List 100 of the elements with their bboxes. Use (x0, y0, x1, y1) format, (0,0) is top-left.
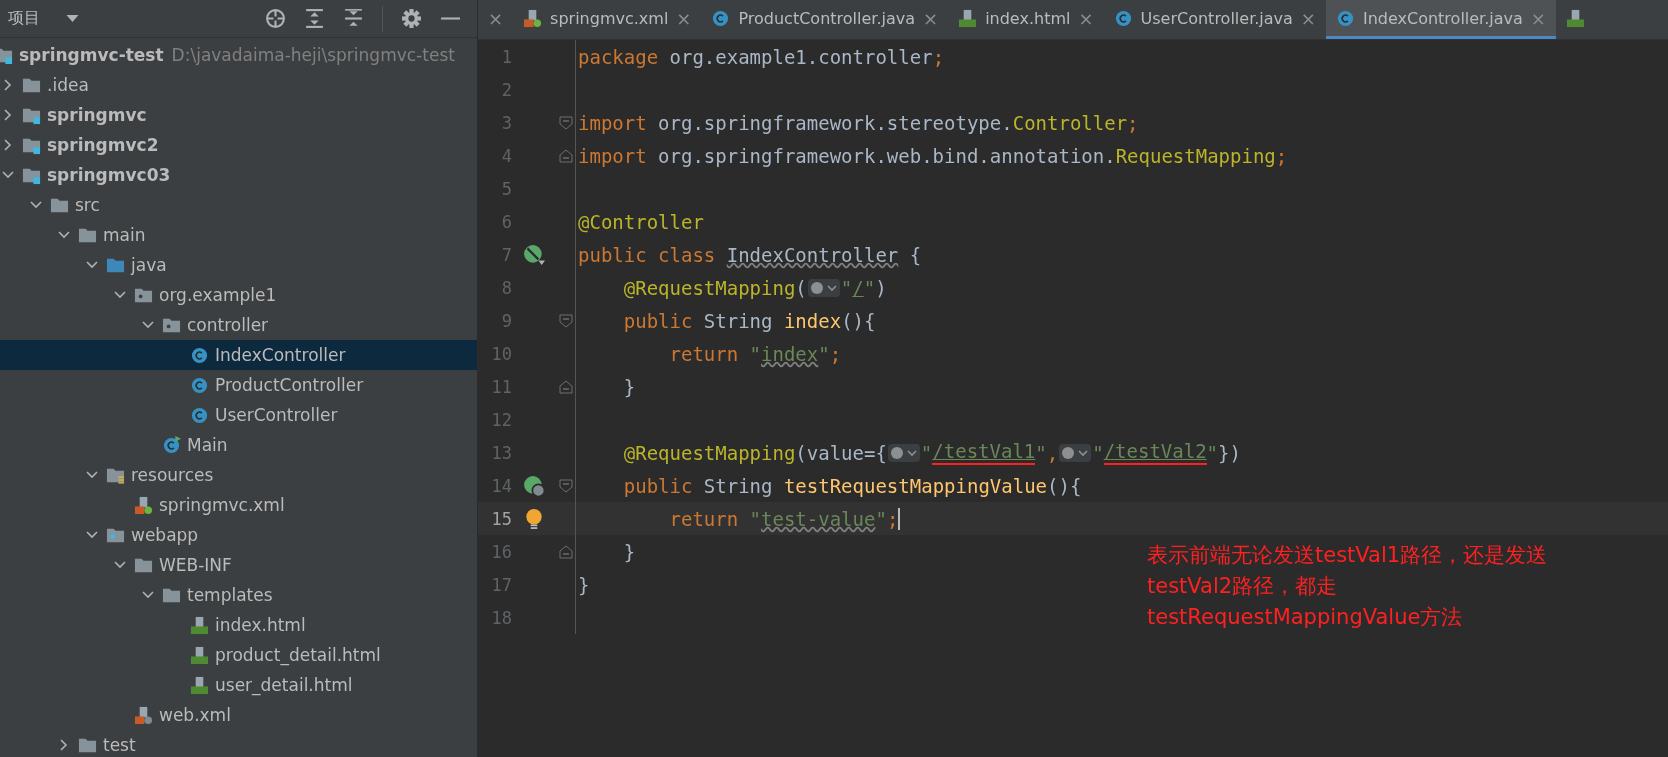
chevron-icon[interactable] (86, 529, 98, 541)
bean-icon[interactable] (523, 243, 545, 266)
tree-item[interactable]: springmvc-test D:\javadaima-heji\springmvc-test (0, 40, 477, 70)
fold-start-icon[interactable] (559, 313, 573, 328)
tree-item[interactable]: IndexController (0, 340, 477, 370)
tree-item[interactable]: main (0, 220, 477, 250)
tree-item[interactable]: product_detail.html (0, 640, 477, 670)
line-number: 5 (500, 178, 512, 199)
code-text: { (908, 243, 922, 266)
code-keyword: ; (829, 342, 842, 365)
code-string: " (840, 276, 853, 299)
class-icon (1113, 8, 1133, 28)
tree-item[interactable]: springmvc03 (0, 160, 477, 190)
chevron-icon[interactable] (2, 109, 14, 121)
close-tab-button[interactable]: × (1300, 7, 1316, 29)
tree-item[interactable]: .idea (0, 70, 477, 100)
tree-item[interactable]: web.xml (0, 700, 477, 730)
close-tab-button[interactable]: × (923, 7, 939, 29)
editor-tab[interactable]: index.html × (948, 0, 1104, 39)
tree-item[interactable]: webapp (0, 520, 477, 550)
code-url: /testVal1 (932, 440, 1036, 465)
code-string: test-value (761, 507, 876, 530)
line-number: 9 (500, 310, 512, 331)
line-number: 16 (490, 541, 512, 562)
fold-start-icon[interactable] (559, 478, 573, 493)
tree-item[interactable]: index.html (0, 610, 477, 640)
editor-tab[interactable]: IndexController.java × (1325, 0, 1556, 39)
editor-tab[interactable]: springmvc.xml × (513, 0, 702, 39)
code-method: testRequestMappingValue (783, 474, 1048, 497)
close-tab-button[interactable]: × (676, 7, 692, 29)
tree-item[interactable]: UserController (0, 400, 477, 430)
chevron-icon[interactable] (58, 739, 70, 751)
code-text: ) (875, 276, 887, 299)
project-path: D:\javadaima-heji\springmvc-test (171, 45, 455, 65)
code-string: " (749, 342, 762, 365)
tree-item[interactable]: user_detail.html (0, 670, 477, 700)
chevron-icon[interactable] (86, 259, 98, 271)
code-keyword: package (578, 45, 660, 68)
line-number: 2 (500, 79, 512, 100)
class-icon (190, 345, 209, 365)
chevron-icon[interactable] (142, 319, 154, 331)
locate-icon[interactable] (265, 8, 286, 29)
globe-hint-icon[interactable] (1059, 442, 1092, 463)
chevron-icon[interactable] (114, 289, 126, 301)
code-string: " (1206, 441, 1219, 464)
code-keyword: ; (886, 507, 899, 530)
code-type: RequestMapping (1115, 144, 1276, 167)
settings-icon[interactable] (401, 8, 422, 29)
expand-all-icon[interactable] (304, 8, 325, 29)
chevron-icon[interactable] (142, 589, 154, 601)
panel-title[interactable]: 项目 (8, 8, 40, 29)
tree-item[interactable]: springmvc2 (0, 130, 477, 160)
editor-tab[interactable]: × (478, 0, 514, 39)
tree-item[interactable]: springmvc (0, 100, 477, 130)
tree-item[interactable]: springmvc.xml (0, 490, 477, 520)
collapse-all-icon[interactable] (343, 8, 364, 29)
code-string: " (1035, 441, 1047, 464)
code-keyword: ; (932, 45, 945, 68)
code-text: (value={ (795, 441, 887, 464)
annotation-text: 表示前端无论发送testVal1路径，还是发送 (1147, 542, 1548, 569)
web-endpoint-icon[interactable] (523, 474, 545, 497)
code-text: (){ (841, 309, 876, 332)
tree-item[interactable]: org.example1 (0, 280, 477, 310)
tree-item[interactable]: java (0, 250, 477, 280)
close-tab-button[interactable]: × (488, 7, 504, 29)
editor-tab[interactable]: UserController.java × (1103, 0, 1326, 39)
chevron-icon[interactable] (2, 79, 14, 91)
chevron-icon[interactable] (30, 199, 42, 211)
chevron-icon[interactable] (114, 559, 126, 571)
lightbulb-icon[interactable] (523, 507, 545, 530)
tree-item[interactable]: src (0, 190, 477, 220)
tree-item[interactable]: WEB-INF (0, 550, 477, 580)
code-keyword: public (622, 474, 694, 497)
code-annotation: @RequestMapping (622, 276, 796, 299)
globe-hint-icon[interactable] (807, 277, 840, 298)
code-text: ( (795, 276, 807, 299)
tree-item[interactable]: templates (0, 580, 477, 610)
html-file-icon (1565, 8, 1585, 28)
chevron-icon[interactable] (2, 169, 14, 181)
code-url: /testVal2 (1103, 440, 1207, 465)
tree-item[interactable]: controller (0, 310, 477, 340)
html-file-icon (190, 645, 209, 665)
fold-start-icon[interactable] (559, 115, 573, 130)
globe-hint-icon[interactable] (887, 442, 920, 463)
tree-item[interactable]: resources (0, 460, 477, 490)
tree-item[interactable]: ProductController (0, 370, 477, 400)
close-tab-button[interactable]: × (1078, 7, 1094, 29)
line-number: 14 (490, 475, 512, 496)
line-number: 13 (490, 442, 512, 463)
chevron-icon[interactable] (58, 229, 70, 241)
chevron-icon[interactable] (86, 469, 98, 481)
dropdown-caret-icon[interactable] (66, 15, 79, 22)
code-keyword: public class (578, 243, 717, 266)
tree-item[interactable]: test (0, 730, 477, 757)
code-string: " (863, 276, 876, 299)
tree-item[interactable]: Main (0, 430, 477, 460)
chevron-icon[interactable] (2, 139, 14, 151)
code-keyword: import (578, 144, 648, 167)
editor-tab[interactable]: ProductController.java × (701, 0, 949, 39)
line-number: 8 (500, 277, 512, 298)
